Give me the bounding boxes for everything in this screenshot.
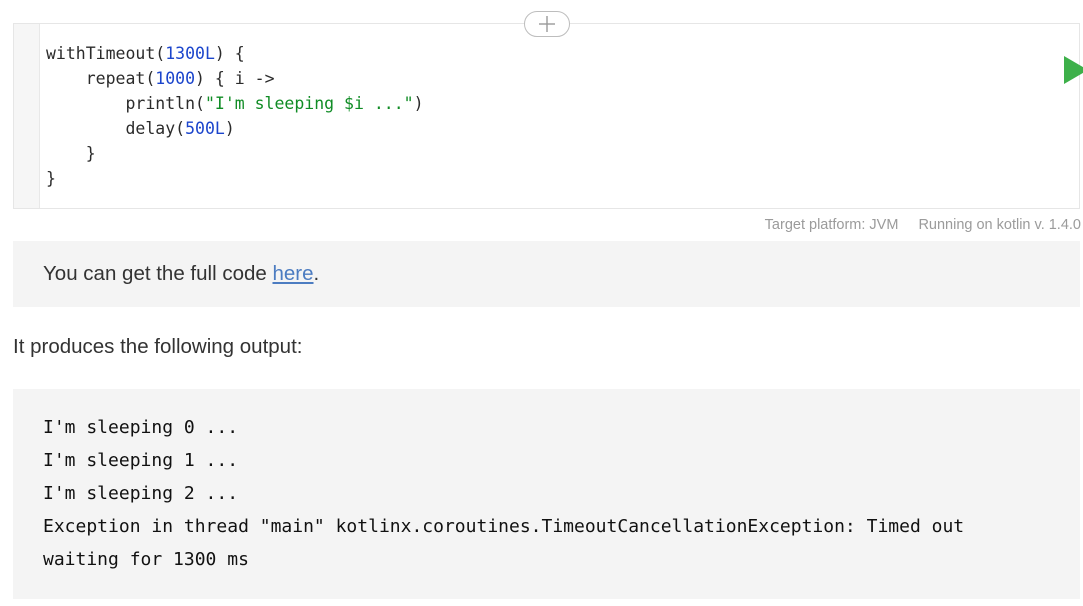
code-text[interactable]: withTimeout(1300L) { repeat(1000) { i ->…	[46, 41, 424, 191]
code-token: repeat(	[46, 69, 156, 88]
code-number-literal: 1000	[155, 69, 196, 88]
code-string-literal: "I'm sleeping $i ..."	[204, 94, 414, 113]
code-token: withTimeout(	[46, 44, 166, 63]
code-line: withTimeout(1300L) {	[46, 41, 424, 66]
code-token: }	[46, 144, 96, 163]
code-number-literal: 500L	[185, 119, 225, 138]
note-text-suffix: .	[313, 262, 320, 285]
code-token: )	[224, 119, 235, 138]
platform-info: Target platform: JVM Running on kotlin v.…	[0, 217, 1081, 233]
output-line: I'm sleeping 1 ...	[43, 450, 239, 471]
note-block: You can get the full code here.	[13, 241, 1080, 307]
code-token: delay(	[46, 119, 186, 138]
code-token: ) { i ->	[195, 69, 275, 88]
code-token: }	[46, 169, 56, 188]
output-text: I'm sleeping 0 ... I'm sleeping 1 ... I'm …	[43, 411, 964, 576]
output-line: waiting for 1300 ms	[43, 549, 249, 570]
code-number-literal: 1300L	[165, 44, 215, 63]
add-cell-button[interactable]	[524, 11, 570, 37]
note-text-prefix: You can get the full code	[43, 262, 273, 285]
editor-gutter	[14, 24, 40, 208]
code-line: }	[46, 141, 424, 166]
code-line: repeat(1000) { i ->	[46, 66, 424, 91]
output-block: I'm sleeping 0 ... I'm sleeping 1 ... I'm …	[13, 389, 1080, 599]
code-token: println(	[46, 94, 205, 113]
code-editor[interactable]: withTimeout(1300L) { repeat(1000) { i ->…	[13, 23, 1083, 209]
code-line: delay(500L)	[46, 116, 424, 141]
code-token: ) {	[214, 44, 245, 63]
play-icon	[1064, 56, 1083, 84]
code-line: println("I'm sleeping $i ...")	[46, 91, 424, 116]
kotlin-version-label: Running on kotlin v. 1.4.0	[918, 217, 1081, 233]
output-line: Exception in thread "main" kotlinx.corou…	[43, 516, 965, 537]
code-line: }	[46, 166, 424, 191]
plus-icon	[539, 16, 555, 32]
full-code-link[interactable]: here	[272, 262, 313, 286]
target-platform-label: Target platform: JVM	[764, 217, 899, 233]
code-token: )	[413, 94, 424, 113]
output-intro-text: It produces the following output:	[13, 335, 303, 358]
output-line: I'm sleeping 2 ...	[43, 483, 239, 504]
output-line: I'm sleeping 0 ...	[43, 417, 239, 438]
run-button[interactable]	[1062, 54, 1083, 86]
